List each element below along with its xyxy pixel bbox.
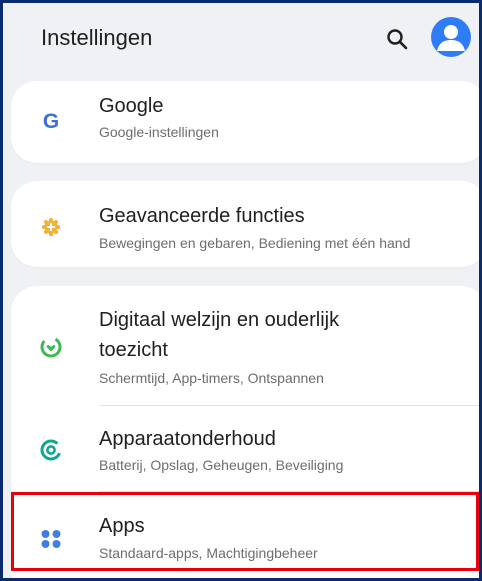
- settings-item-device-care[interactable]: Apparaatonderhoud Batterij, Opslag, Gehe…: [11, 406, 479, 490]
- settings-item-apps[interactable]: Apps Standaard-apps, Machtigingbeheer: [11, 492, 479, 576]
- settings-card-advanced: Geavanceerde functies Bewegingen en geba…: [11, 181, 479, 267]
- device-care-icon: [37, 436, 65, 464]
- settings-item-digital-wellbeing[interactable]: Digitaal welzijn en ouderlijk toezicht S…: [11, 286, 479, 404]
- advanced-features-icon: [37, 213, 65, 241]
- google-icon: G: [37, 107, 65, 135]
- settings-item-summary: Schermtijd, App-timers, Ontspannen: [99, 370, 324, 386]
- settings-card-group: Digitaal welzijn en ouderlijk toezicht S…: [11, 286, 479, 578]
- settings-item-label: Google: [99, 95, 164, 117]
- account-button[interactable]: [431, 17, 471, 57]
- settings-item-summary: Google-instellingen: [99, 124, 219, 140]
- settings-item-label: Digitaal welzijn en ouderlijk: [99, 309, 340, 331]
- settings-item-summary: Bewegingen en gebaren, Bediening met één…: [99, 235, 411, 251]
- page-title: Instellingen: [41, 25, 153, 50]
- settings-item-label: Geavanceerde functies: [99, 205, 305, 227]
- settings-item-label: Apps: [99, 515, 145, 537]
- settings-card-google: G Google Google-instellingen: [11, 81, 479, 163]
- app-header: Instellingen: [3, 3, 479, 73]
- settings-item-google[interactable]: G Google Google-instellingen: [11, 81, 479, 163]
- svg-text:G: G: [43, 110, 59, 132]
- search-icon: [387, 29, 408, 50]
- settings-screen: Instellingen G Google Google-instellinge…: [3, 3, 479, 578]
- settings-item-summary: Standaard-apps, Machtigingbeheer: [99, 545, 318, 561]
- account-icon: [437, 25, 465, 51]
- settings-item-label-continued: toezicht: [99, 339, 168, 361]
- search-button[interactable]: [381, 23, 413, 55]
- settings-item-advanced-features[interactable]: Geavanceerde functies Bewegingen en geba…: [11, 181, 479, 267]
- apps-icon: [37, 525, 65, 553]
- digital-wellbeing-icon: [37, 333, 65, 361]
- settings-item-summary: Batterij, Opslag, Geheugen, Beveiliging: [99, 457, 344, 473]
- settings-item-label: Apparaatonderhoud: [99, 428, 276, 450]
